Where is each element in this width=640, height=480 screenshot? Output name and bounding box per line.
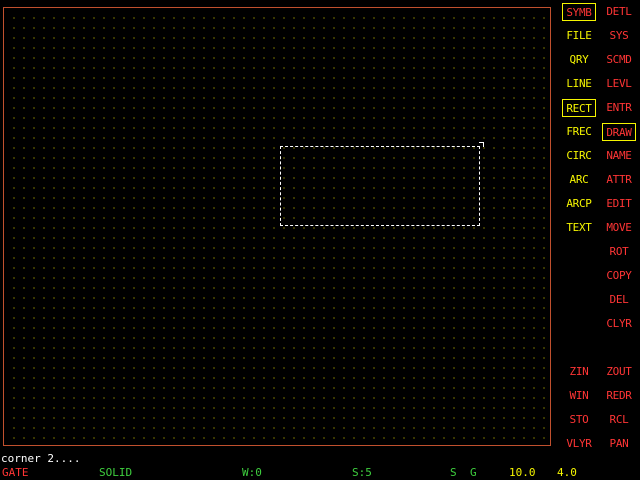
menu-attr[interactable]: ATTR: [602, 171, 636, 189]
menu-detl[interactable]: DETL: [602, 3, 636, 21]
status-grid-value: 10.0: [509, 466, 536, 479]
status-flag-s[interactable]: S: [450, 466, 457, 480]
status-bar: GATE SOLID W:0 S:5 S G 10.0 4.0: [0, 466, 640, 480]
menu-rot[interactable]: ROT: [602, 243, 636, 261]
menu-copy[interactable]: COPY: [602, 267, 636, 285]
menu-circ[interactable]: CIRC: [562, 147, 596, 165]
command-prompt: corner 2....: [1, 452, 81, 465]
menu-scmd[interactable]: SCMD: [602, 51, 636, 69]
menu-vlyr[interactable]: VLYR: [562, 435, 596, 453]
menu-sto[interactable]: STO: [562, 411, 596, 429]
status-width[interactable]: W:0: [242, 466, 262, 480]
menu-entr[interactable]: ENTR: [602, 99, 636, 117]
menu-clyr[interactable]: CLYR: [602, 315, 636, 333]
status-snap[interactable]: S:5: [352, 466, 372, 480]
menu-frec[interactable]: FREC: [562, 123, 596, 141]
status-line-style[interactable]: SOLID: [99, 466, 132, 480]
menu-qry[interactable]: QRY: [562, 51, 596, 69]
menu-arcp[interactable]: ARCP: [562, 195, 596, 213]
menu-levl[interactable]: LEVL: [602, 75, 636, 93]
rectangle-in-progress: [280, 146, 480, 226]
menu-draw[interactable]: DRAW: [602, 123, 636, 141]
menu-file[interactable]: FILE: [562, 27, 596, 45]
menu-win[interactable]: WIN: [562, 387, 596, 405]
menu-sys[interactable]: SYS: [602, 27, 636, 45]
menu-rcl[interactable]: RCL: [602, 411, 636, 429]
drawing-canvas[interactable]: [7, 11, 549, 444]
menu-pan[interactable]: PAN: [602, 435, 636, 453]
menu-del[interactable]: DEL: [602, 291, 636, 309]
menu-text[interactable]: TEXT: [562, 219, 596, 237]
menu-move[interactable]: MOVE: [602, 219, 636, 237]
command-menu: SYMB FILE QRY LINE RECT FREC CIRC ARC AR…: [558, 0, 640, 460]
menu-redr[interactable]: REDR: [602, 387, 636, 405]
crosshair-cursor-icon: [479, 142, 484, 147]
menu-rect[interactable]: RECT: [562, 99, 596, 117]
menu-zin[interactable]: ZIN: [562, 363, 596, 381]
status-flag-g[interactable]: G: [470, 466, 477, 480]
menu-line[interactable]: LINE: [562, 75, 596, 93]
menu-arc[interactable]: ARC: [562, 171, 596, 189]
menu-zout[interactable]: ZOUT: [602, 363, 636, 381]
status-scale-value: 4.0: [557, 466, 577, 479]
status-layer[interactable]: GATE: [2, 466, 29, 480]
menu-symb[interactable]: SYMB: [562, 3, 596, 21]
menu-name[interactable]: NAME: [602, 147, 636, 165]
menu-edit[interactable]: EDIT: [602, 195, 636, 213]
